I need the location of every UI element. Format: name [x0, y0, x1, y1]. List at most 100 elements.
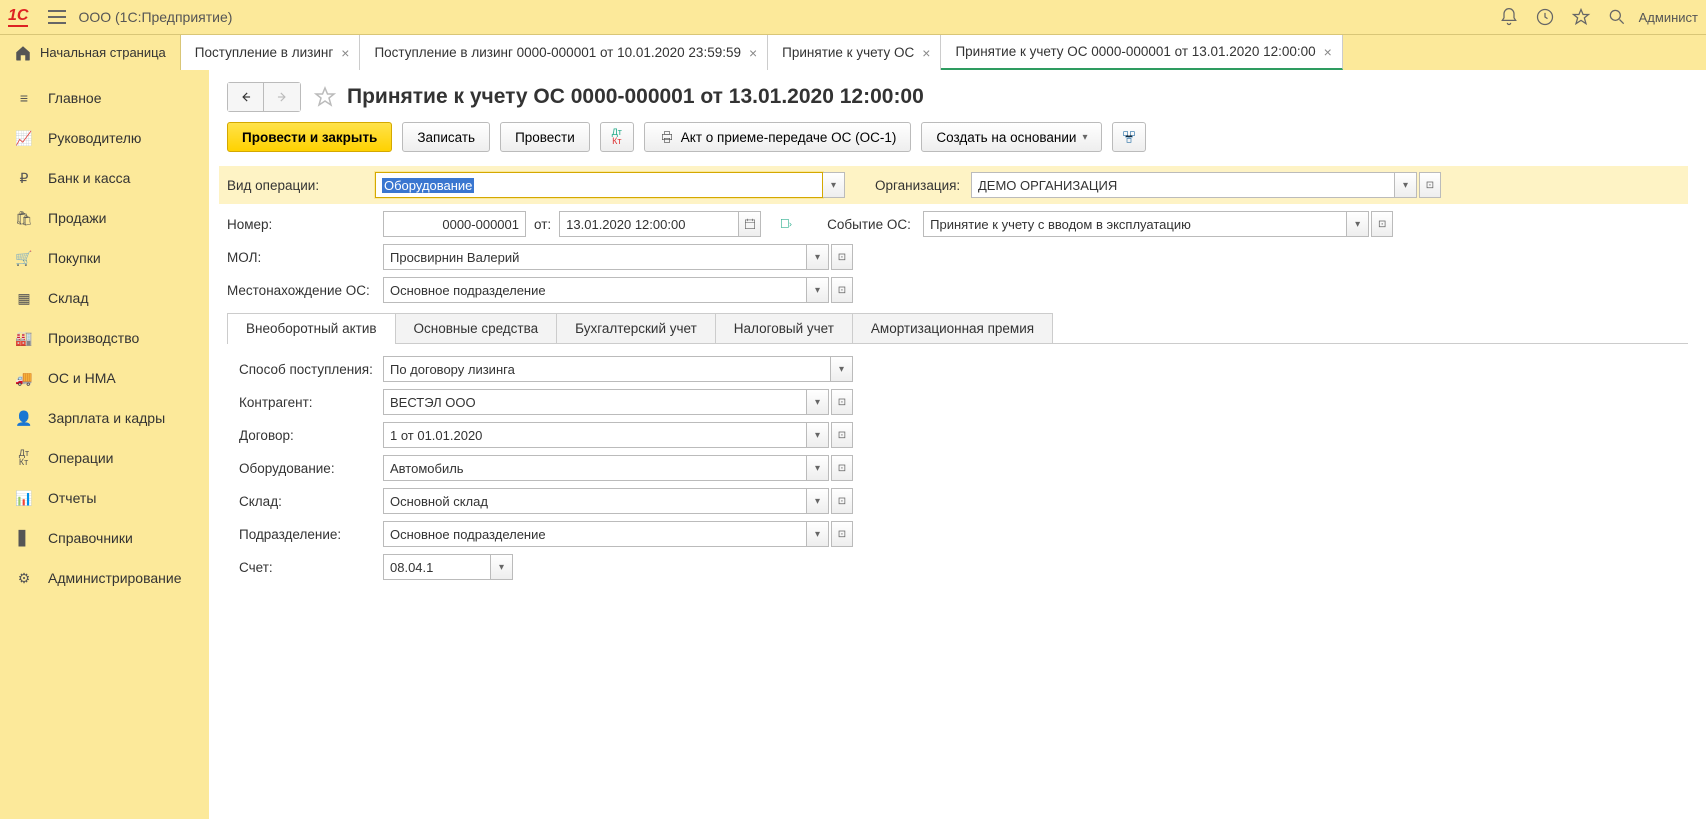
loc-label: Местонахождение ОС: — [227, 283, 383, 298]
calendar-icon[interactable] — [739, 211, 761, 237]
mode-icon[interactable] — [775, 211, 797, 237]
sidebar-item-operations[interactable]: ДтКтОперации — [0, 438, 209, 478]
tab-1[interactable]: Поступление в лизинг 0000-000001 от 10.0… — [360, 35, 768, 70]
post-close-button[interactable]: Провести и закрыть — [227, 122, 392, 152]
subtab-accounting[interactable]: Бухгалтерский учет — [556, 313, 716, 343]
acct-field[interactable]: 08.04.1 — [383, 554, 491, 580]
tab-2[interactable]: Принятие к учету ОС× — [768, 35, 941, 70]
logo-1c: 1C — [8, 7, 28, 27]
sidebar-item-purchases[interactable]: 🛒Покупки — [0, 238, 209, 278]
loc-field[interactable]: Основное подразделение — [383, 277, 807, 303]
sidebar-item-bank[interactable]: ₽Банк и касса — [0, 158, 209, 198]
open-icon[interactable]: ⊡ — [831, 277, 853, 303]
tab-0[interactable]: Поступление в лизинг× — [181, 35, 361, 70]
dropdown-icon[interactable]: ▾ — [823, 172, 845, 198]
close-icon[interactable]: × — [749, 45, 757, 61]
counter-field[interactable]: ВЕСТЭЛ ООО — [383, 389, 807, 415]
sidebar-item-admin[interactable]: ⚙Администрирование — [0, 558, 209, 598]
cart-icon: 🛒 — [14, 248, 34, 268]
dropdown-icon[interactable]: ▾ — [807, 521, 829, 547]
sidebar-item-catalogs[interactable]: ▋Справочники — [0, 518, 209, 558]
gear-icon: ⚙ — [14, 568, 34, 588]
sidebar-item-warehouse[interactable]: ▦Склад — [0, 278, 209, 318]
equip-field[interactable]: Автомобиль — [383, 455, 807, 481]
method-label: Способ поступления: — [239, 362, 383, 377]
create-based-button[interactable]: Создать на основании — [921, 122, 1102, 152]
open-icon[interactable]: ⊡ — [831, 389, 853, 415]
nav-buttons — [227, 82, 301, 112]
dropdown-icon[interactable]: ▾ — [807, 277, 829, 303]
menu-icon[interactable] — [48, 10, 66, 24]
bag-icon: 🛍 — [14, 208, 34, 228]
sidebar-item-main[interactable]: ≡Главное — [0, 78, 209, 118]
sidebar-item-production[interactable]: 🏭Производство — [0, 318, 209, 358]
org-field[interactable]: ДЕМО ОРГАНИЗАЦИЯ — [971, 172, 1395, 198]
truck-icon: 🚚 — [14, 368, 34, 388]
sidebar: ≡Главное 📈Руководителю ₽Банк и касса 🛍Пр… — [0, 70, 209, 819]
num-label: Номер: — [227, 217, 383, 232]
save-button[interactable]: Записать — [402, 122, 490, 152]
bell-icon[interactable] — [1497, 5, 1521, 29]
open-icon[interactable]: ⊡ — [831, 455, 853, 481]
open-icon[interactable]: ⊡ — [831, 521, 853, 547]
history-icon[interactable] — [1533, 5, 1557, 29]
event-label: Событие ОС: — [827, 217, 923, 232]
content: Принятие к учету ОС 0000-000001 от 13.01… — [209, 70, 1706, 819]
star-icon[interactable] — [1569, 5, 1593, 29]
store-field[interactable]: Основной склад — [383, 488, 807, 514]
factory-icon: 🏭 — [14, 328, 34, 348]
store-label: Склад: — [239, 494, 383, 509]
close-icon[interactable]: × — [341, 45, 349, 61]
sidebar-item-payroll[interactable]: 👤Зарплата и кадры — [0, 398, 209, 438]
dtkt-button[interactable]: ДтКт — [600, 122, 634, 152]
dropdown-icon[interactable]: ▾ — [807, 389, 829, 415]
favorite-button[interactable] — [311, 83, 339, 111]
open-icon[interactable]: ⊡ — [831, 488, 853, 514]
dropdown-icon[interactable]: ▾ — [807, 244, 829, 270]
open-icon[interactable]: ⊡ — [1371, 211, 1393, 237]
dropdown-icon[interactable]: ▾ — [1395, 172, 1417, 198]
print-button[interactable]: Акт о приеме-передаче ОС (ОС-1) — [644, 122, 912, 152]
user-label: Админист — [1639, 10, 1698, 25]
app-title: ООО (1С:Предприятие) — [78, 9, 232, 25]
titlebar: 1C ООО (1С:Предприятие) Админист — [0, 0, 1706, 34]
method-field[interactable]: По договору лизинга — [383, 356, 831, 382]
dept-field[interactable]: Основное подразделение — [383, 521, 807, 547]
mol-field[interactable]: Просвирнин Валерий — [383, 244, 807, 270]
dropdown-icon[interactable]: ▾ — [807, 455, 829, 481]
dept-label: Подразделение: — [239, 527, 383, 542]
nav-back-button[interactable] — [228, 83, 264, 111]
open-icon[interactable]: ⊡ — [831, 422, 853, 448]
num-field[interactable]: 0000-000001 — [383, 211, 526, 237]
dropdown-icon[interactable]: ▾ — [491, 554, 513, 580]
open-icon[interactable]: ⊡ — [1419, 172, 1441, 198]
post-button[interactable]: Провести — [500, 122, 590, 152]
ruble-icon: ₽ — [14, 168, 34, 188]
sidebar-item-sales[interactable]: 🛍Продажи — [0, 198, 209, 238]
sidebar-item-assets[interactable]: 🚚ОС и НМА — [0, 358, 209, 398]
close-icon[interactable]: × — [1324, 44, 1332, 60]
dropdown-icon[interactable]: ▾ — [807, 488, 829, 514]
sidebar-item-reports[interactable]: 📊Отчеты — [0, 478, 209, 518]
subtab-asset[interactable]: Внеоборотный актив — [227, 313, 396, 343]
dtkt-icon: ДтКт — [14, 448, 34, 468]
home-tab[interactable]: Начальная страница — [0, 35, 181, 70]
boxes-icon: ▦ — [14, 288, 34, 308]
date-field[interactable]: 13.01.2020 12:00:00 — [559, 211, 739, 237]
dropdown-icon[interactable]: ▾ — [831, 356, 853, 382]
dropdown-icon[interactable]: ▾ — [807, 422, 829, 448]
subtab-fixed[interactable]: Основные средства — [395, 313, 558, 343]
sidebar-item-manager[interactable]: 📈Руководителю — [0, 118, 209, 158]
dropdown-icon[interactable]: ▾ — [1347, 211, 1369, 237]
subtab-tax[interactable]: Налоговый учет — [715, 313, 853, 343]
search-icon[interactable] — [1605, 5, 1629, 29]
subtab-amort[interactable]: Амортизационная премия — [852, 313, 1053, 343]
open-icon[interactable]: ⊡ — [831, 244, 853, 270]
structure-button[interactable] — [1112, 122, 1146, 152]
nav-forward-button[interactable] — [264, 83, 300, 111]
contract-field[interactable]: 1 от 01.01.2020 — [383, 422, 807, 448]
close-icon[interactable]: × — [922, 45, 930, 61]
op-field[interactable]: Оборудование — [375, 172, 823, 198]
tab-3[interactable]: Принятие к учету ОС 0000-000001 от 13.01… — [941, 35, 1342, 70]
event-field[interactable]: Принятие к учету с вводом в эксплуатацию — [923, 211, 1347, 237]
